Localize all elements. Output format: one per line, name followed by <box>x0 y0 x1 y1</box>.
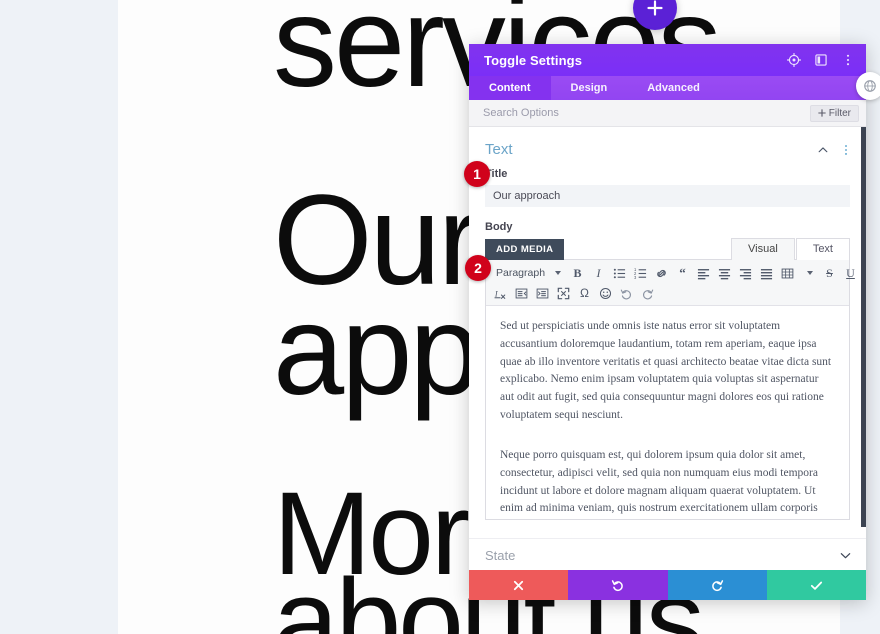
screen: services Our approach More about us Togg… <box>0 0 880 634</box>
editor-tab-text[interactable]: Text <box>795 238 850 260</box>
plus-icon <box>818 109 826 117</box>
paragraph-format-caret[interactable] <box>547 264 566 283</box>
redo-icon[interactable] <box>638 284 657 303</box>
bulleted-list-icon[interactable] <box>610 264 629 283</box>
editor-mode-tabs: Visual Text <box>731 238 850 260</box>
close-icon <box>514 580 524 590</box>
chevron-up-icon[interactable] <box>817 144 829 156</box>
settings-scroll-area: Text Title Our approach Body ADD MEDIA V… <box>469 127 866 570</box>
align-left-icon[interactable] <box>694 264 713 283</box>
paragraph-format-select[interactable]: Paragraph <box>491 264 545 283</box>
undo-icon <box>611 580 623 592</box>
title-field-block: Title <box>469 168 866 207</box>
align-justify-icon[interactable] <box>757 264 776 283</box>
blockquote-icon[interactable]: “ <box>673 264 692 283</box>
modal-title: Toggle Settings <box>484 52 583 68</box>
section-state[interactable]: State <box>469 538 866 570</box>
fullscreen-icon[interactable] <box>554 284 573 303</box>
cancel-button[interactable] <box>469 570 569 600</box>
modal-tabs: Content Design Advanced <box>469 76 866 100</box>
clear-formatting-icon[interactable]: I <box>491 284 510 303</box>
toolbar-row-2: I Ω <box>490 283 847 303</box>
section-header-text: Text <box>469 127 866 168</box>
redo-button[interactable] <box>667 570 767 600</box>
align-center-icon[interactable] <box>715 264 734 283</box>
add-media-button[interactable]: ADD MEDIA <box>485 239 565 260</box>
table-caret[interactable] <box>799 264 818 283</box>
page-gutter-left <box>0 0 118 634</box>
filter-label: Filter <box>828 107 851 119</box>
search-bar: Filter <box>469 100 866 127</box>
align-right-icon[interactable] <box>736 264 755 283</box>
modal-header: Toggle Settings <box>469 44 866 76</box>
italic-icon[interactable]: I <box>589 264 608 283</box>
section-state-label: State <box>485 547 516 563</box>
bold-icon[interactable]: B <box>568 264 587 283</box>
emoji-icon[interactable] <box>596 284 615 303</box>
collapsed-sections: State Link Background <box>469 538 866 570</box>
undo-button[interactable] <box>568 570 668 600</box>
paragraph-format-label: Paragraph <box>496 267 546 279</box>
modal-scrollbar-thumb[interactable] <box>861 127 866 527</box>
underline-icon[interactable]: U <box>841 264 860 283</box>
body-label: Body <box>485 221 513 233</box>
target-icon[interactable] <box>786 52 802 68</box>
strikethrough-icon[interactable]: S <box>820 264 839 283</box>
globe-icon <box>864 80 876 92</box>
toolbar-row-1: Paragraph B I 1 2 3 “ S U <box>490 263 855 283</box>
rich-text-editor: Paragraph B I 1 2 3 “ S U I Ω Sed ut per… <box>485 259 855 520</box>
section-title: Text <box>485 141 513 158</box>
link-icon[interactable] <box>652 264 671 283</box>
modal-scrollbar[interactable] <box>861 127 866 570</box>
layout-panel-icon[interactable] <box>813 52 829 68</box>
chevron-down-icon[interactable] <box>839 549 852 562</box>
title-input[interactable] <box>485 185 850 207</box>
editor-paragraph-1: Sed ut perspiciatis unde omnis iste natu… <box>500 320 832 422</box>
table-icon[interactable] <box>778 264 797 283</box>
numbered-list-icon[interactable]: 1 2 3 <box>631 264 650 283</box>
search-input[interactable] <box>483 107 810 119</box>
modal-footer <box>469 570 866 600</box>
title-label: Title <box>485 168 508 180</box>
tab-advanced[interactable]: Advanced <box>627 76 720 100</box>
editor-toolbar: Paragraph B I 1 2 3 “ S U I Ω <box>486 260 855 306</box>
plus-icon <box>647 0 663 16</box>
svg-text:I: I <box>494 289 499 298</box>
editor-paragraph-2: Neque porro quisquam est, qui dolorem ip… <box>500 448 818 515</box>
page-globe-handle[interactable] <box>856 72 880 100</box>
editor-tab-visual[interactable]: Visual <box>731 238 795 260</box>
check-icon <box>810 581 822 590</box>
callout-badge-2: 2 <box>465 255 491 281</box>
redo-icon <box>712 580 724 592</box>
body-field-block: Body ADD MEDIA Visual Text Paragraph B I… <box>469 207 866 520</box>
modal-body: Text Title Our approach Body ADD MEDIA V… <box>469 127 866 570</box>
undo-icon[interactable] <box>617 284 636 303</box>
modal-header-actions <box>786 52 856 68</box>
tab-content[interactable]: Content <box>469 76 551 100</box>
section-more-vertical-icon[interactable] <box>840 144 852 156</box>
save-button[interactable] <box>766 570 866 600</box>
indent-icon[interactable] <box>533 284 552 303</box>
tab-design[interactable]: Design <box>551 76 628 100</box>
editor-content[interactable]: Sed ut perspiciatis unde omnis iste natu… <box>486 306 849 519</box>
callout-badge-1: 1 <box>464 161 490 187</box>
filter-button[interactable]: Filter <box>809 104 859 122</box>
outdent-icon[interactable] <box>512 284 531 303</box>
toggle-settings-modal: Toggle Settings Content Design Advanced … <box>469 44 866 600</box>
svg-text:3: 3 <box>634 274 637 279</box>
more-vertical-icon[interactable] <box>840 52 856 68</box>
special-character-icon[interactable]: Ω <box>575 284 594 303</box>
